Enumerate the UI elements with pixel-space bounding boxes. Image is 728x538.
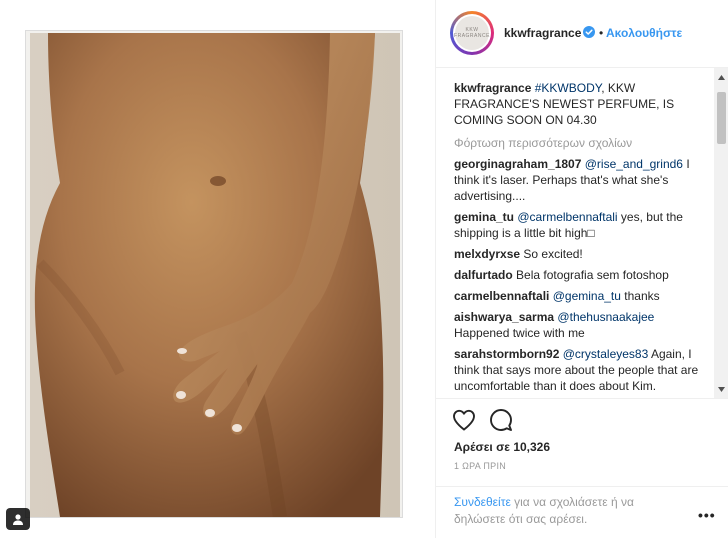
user-tag-button[interactable] <box>6 508 30 530</box>
comment-username[interactable]: melxdyrxse <box>454 247 520 261</box>
scroll-down-button[interactable] <box>714 382 728 396</box>
user-tag-icon <box>13 514 23 525</box>
comment-username[interactable]: carmelbennaftali <box>454 289 549 303</box>
post-photo[interactable] <box>30 33 400 517</box>
comment-text: Bela fotografia sem fotoshop <box>516 268 669 282</box>
comment-username[interactable]: gemina_tu <box>454 210 514 224</box>
comment-item: dalfurtado Bela fotografia sem fotoshop <box>454 267 712 283</box>
avatar-border: KKW FRAGRANCE <box>453 14 491 52</box>
follow-button[interactable]: Ακολουθήστε <box>606 26 682 40</box>
post-side-panel: KKW FRAGRANCE kkwfragrance • Ακολουθήστε… <box>435 0 728 538</box>
scroll-up-arrow-icon <box>718 74 725 80</box>
comments-scrollbar[interactable] <box>714 68 728 398</box>
comment-text: thanks <box>620 289 660 303</box>
avatar-text-line2: FRAGRANCE <box>454 33 490 39</box>
verified-badge-icon <box>583 26 595 38</box>
comments-content: kkwfragrance #KKWBODY, KKW FRAGRANCE'S N… <box>454 80 712 394</box>
comment-item: georginagraham_1807 @rise_and_grind6 I t… <box>454 156 712 204</box>
load-more-comments-button[interactable]: Φόρτωση περισσότερων σχολίων <box>454 135 712 151</box>
comment-item: carmelbennaftali @gemina_tu thanks <box>454 288 712 304</box>
scroll-up-button[interactable] <box>714 70 728 84</box>
avatar-image: KKW FRAGRANCE <box>454 16 490 50</box>
caption-username[interactable]: kkwfragrance <box>454 81 531 95</box>
caption-hashtag[interactable]: #KKWBODY <box>535 81 601 95</box>
comment-item: gemina_tu @carmelbennaftali yes, but the… <box>454 209 712 241</box>
polaroid-frame <box>25 30 403 518</box>
comment-username[interactable]: dalfurtado <box>454 268 513 282</box>
photo-image <box>30 33 400 517</box>
comment-item: sarahstormborn92 @crystaleyes83 Again, I… <box>454 346 712 394</box>
comment-items: georginagraham_1807 @rise_and_grind6 I t… <box>454 156 712 394</box>
login-link[interactable]: Συνδεθείτε <box>454 495 511 509</box>
scrollbar-thumb[interactable] <box>717 92 726 144</box>
post-timestamp[interactable]: 1 ΩΡΑ ΠΡΙΝ <box>454 461 506 471</box>
media-area <box>0 0 435 538</box>
login-prompt: Συνδεθείτε για να σχολιάσετε ή να δηλώσε… <box>436 486 728 538</box>
heart-icon[interactable] <box>452 409 476 431</box>
post-header: KKW FRAGRANCE kkwfragrance • Ακολουθήστε <box>436 0 728 68</box>
more-options-button[interactable]: ••• <box>698 507 716 523</box>
comment-text: Happened twice with me <box>454 326 585 340</box>
header-separator: • <box>599 26 604 40</box>
avatar[interactable]: KKW FRAGRANCE <box>450 11 494 55</box>
comment-mention[interactable]: @carmelbennaftali <box>517 210 617 224</box>
comment-username[interactable]: aishwarya_sarma <box>454 310 554 324</box>
header-username[interactable]: kkwfragrance <box>504 26 581 40</box>
comment-username[interactable]: georginagraham_1807 <box>454 157 581 171</box>
comment-mention[interactable]: @crystaleyes83 <box>563 347 649 361</box>
comment-username[interactable]: sarahstormborn92 <box>454 347 559 361</box>
comment-item: aishwarya_sarma @thehusnaakajee Happened… <box>454 309 712 341</box>
comment-item: melxdyrxse So excited! <box>454 246 712 262</box>
comment-text: So excited! <box>523 247 583 261</box>
post-dialog: KKW FRAGRANCE kkwfragrance • Ακολουθήστε… <box>0 0 728 538</box>
comment-mention[interactable]: @gemina_tu <box>553 289 621 303</box>
comment-mention[interactable]: @rise_and_grind6 <box>585 157 683 171</box>
post-caption: kkwfragrance #KKWBODY, KKW FRAGRANCE'S N… <box>454 80 712 128</box>
scroll-down-arrow-icon <box>718 386 725 392</box>
likes-count[interactable]: Αρέσει σε 10,326 <box>454 440 550 454</box>
comments-list[interactable]: kkwfragrance #KKWBODY, KKW FRAGRANCE'S N… <box>436 68 728 398</box>
comment-mention[interactable]: @thehusnaakajee <box>557 310 654 324</box>
login-prompt-text: Συνδεθείτε για να σχολιάσετε ή να δηλώσε… <box>454 494 676 528</box>
comment-icon[interactable] <box>489 408 513 432</box>
